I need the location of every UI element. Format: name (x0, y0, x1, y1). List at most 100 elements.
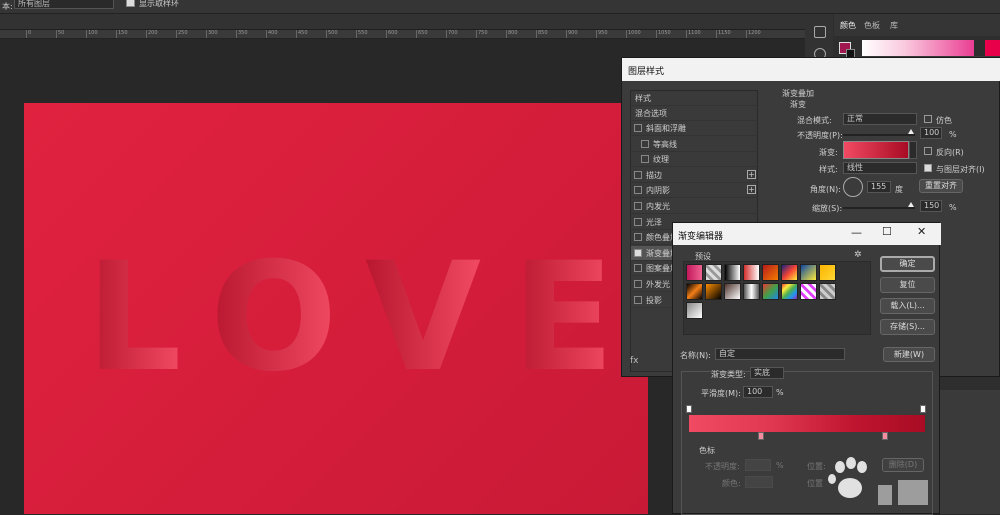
gradient-dropdown-arrow[interactable] (909, 141, 917, 159)
stop-opacity-label: 不透明度: (705, 462, 740, 471)
gradient-preset-swatch[interactable] (686, 283, 703, 300)
horizontal-ruler: 0 50 100 150 200 250 300 350 400 450 500 550 600 650 7… (0, 30, 805, 39)
style-item-checkbox[interactable] (634, 248, 642, 257)
name-field[interactable]: 自定 (715, 348, 845, 360)
style-list-header[interactable]: 样式 (631, 91, 759, 106)
style-item-checkbox[interactable] (634, 170, 642, 179)
ruler-tick (476, 30, 477, 38)
smoothness-input[interactable]: 100 (743, 386, 773, 398)
style-item-row[interactable]: 纹理 (631, 152, 759, 168)
reset-button[interactable]: 复位 (880, 277, 935, 293)
style-item-row[interactable]: 斜面和浮雕 (631, 121, 759, 136)
color-stop-left[interactable] (758, 432, 764, 440)
tab-color[interactable]: 颜色 (840, 20, 856, 31)
gradient-preset-swatch[interactable] (800, 283, 817, 300)
new-button[interactable]: 新建(W) (883, 347, 935, 362)
scale-input[interactable]: 150 (920, 200, 942, 212)
style-item-row[interactable]: 内阴影 + (631, 183, 759, 199)
align-with-layer-checkbox[interactable] (924, 164, 932, 172)
opacity-stop-right[interactable] (920, 405, 926, 413)
gradient-preview-swatch[interactable] (843, 141, 909, 159)
gradient-preset-swatch[interactable] (762, 264, 779, 281)
maximize-button[interactable]: ☐ (882, 225, 892, 238)
ruler-tick (716, 30, 717, 38)
opacity-label: 不透明度(P): (797, 131, 843, 140)
ruler-number: 1150 (718, 30, 731, 36)
gradient-preset-swatch[interactable] (705, 283, 722, 300)
style-item-checkbox[interactable] (634, 264, 642, 273)
style-item-checkbox[interactable] (634, 295, 642, 304)
add-style-icon[interactable]: + (747, 169, 756, 179)
blend-mode-dropdown[interactable]: 正常 (843, 113, 917, 125)
gradient-preset-swatch[interactable] (743, 264, 760, 281)
name-label: 名称(N): (680, 351, 711, 360)
style-item-checkbox[interactable] (634, 217, 642, 226)
ruler-tick (566, 30, 567, 38)
hue-slider[interactable] (985, 40, 1000, 56)
gradient-preset-swatch[interactable] (800, 264, 817, 281)
gradient-preset-swatch[interactable] (819, 264, 836, 281)
stop-opacity-input (745, 459, 771, 471)
gear-icon[interactable]: ✲ (854, 250, 862, 260)
style-item-checkbox[interactable] (634, 233, 642, 242)
document-canvas[interactable]: L O V E (24, 103, 648, 514)
gradient-bar[interactable] (689, 415, 925, 432)
opacity-slider-knob[interactable] (908, 129, 914, 134)
gradient-preset-swatch[interactable] (686, 264, 703, 281)
ruler-number: 1100 (688, 30, 701, 36)
ruler-tick (506, 30, 507, 38)
gradient-preset-swatch[interactable] (819, 283, 836, 300)
ok-button[interactable]: 确定 (880, 256, 935, 272)
style-dropdown[interactable]: 线性 (843, 162, 917, 174)
opacity-input[interactable]: 100 (920, 127, 942, 139)
style-item-row[interactable]: 等高线 (631, 137, 759, 152)
blend-options-row[interactable]: 混合选项 (631, 106, 759, 121)
tab-libraries[interactable]: 库 (890, 20, 898, 31)
layers-panel-edge (940, 390, 1000, 514)
stop-opacity-pct: % (776, 461, 784, 470)
gradient-preset-swatch[interactable] (724, 283, 741, 300)
angle-input[interactable]: 155 (867, 181, 891, 193)
reverse-checkbox[interactable] (924, 147, 932, 155)
opacity-stop-left[interactable] (686, 405, 692, 413)
reset-alignment-button[interactable]: 重置对齐 (919, 179, 963, 193)
gradient-preset-swatch[interactable] (686, 302, 703, 319)
tab-swatches[interactable]: 色板 (864, 20, 880, 31)
show-ring-checkbox[interactable] (126, 0, 135, 7)
history-icon[interactable] (814, 26, 826, 38)
add-style-icon[interactable]: + (747, 185, 756, 195)
style-item-checkbox[interactable] (641, 139, 649, 148)
style-item-checkbox[interactable] (634, 202, 642, 210)
gradient-preset-swatch[interactable] (781, 283, 798, 300)
gradient-type-dropdown[interactable]: 实底 (750, 367, 784, 379)
opacity-slider[interactable] (843, 134, 915, 136)
minimize-button[interactable]: — (851, 226, 862, 239)
angle-dial[interactable] (843, 177, 863, 197)
color-stops-label: 色标 (699, 446, 715, 455)
ruler-number: 0 (28, 30, 32, 36)
scale-slider-knob[interactable] (908, 202, 914, 207)
save-button[interactable]: 存储(S)... (880, 319, 935, 335)
style-item-row[interactable]: 内发光 (631, 199, 759, 214)
style-item-checkbox[interactable] (634, 124, 642, 132)
style-item-checkbox[interactable] (634, 186, 642, 195)
gradient-editor-title: 渐变编辑器 (673, 223, 941, 245)
gradient-preset-swatch[interactable] (705, 264, 722, 281)
load-button[interactable]: 载入(L)... (880, 298, 935, 314)
gradient-preset-swatch[interactable] (762, 283, 779, 300)
color-stop-right[interactable] (882, 432, 888, 440)
style-item-checkbox[interactable] (634, 280, 642, 288)
ruler-number: 100 (88, 30, 98, 36)
close-button[interactable]: ✕ (917, 225, 926, 238)
gradient-preset-swatch[interactable] (781, 264, 798, 281)
gradient-preset-swatch[interactable] (724, 264, 741, 281)
scale-slider[interactable] (843, 207, 915, 209)
gradient-preset-swatch[interactable] (743, 283, 760, 300)
style-item-checkbox[interactable] (641, 155, 649, 164)
ruler-number: 150 (118, 30, 128, 36)
dither-checkbox[interactable] (924, 115, 932, 123)
smoothness-pct: % (776, 388, 784, 397)
style-item-row[interactable]: 描边 + (631, 168, 759, 183)
sample-dropdown[interactable]: 所有图层 (14, 0, 114, 9)
color-spectrum-field[interactable] (862, 40, 974, 56)
